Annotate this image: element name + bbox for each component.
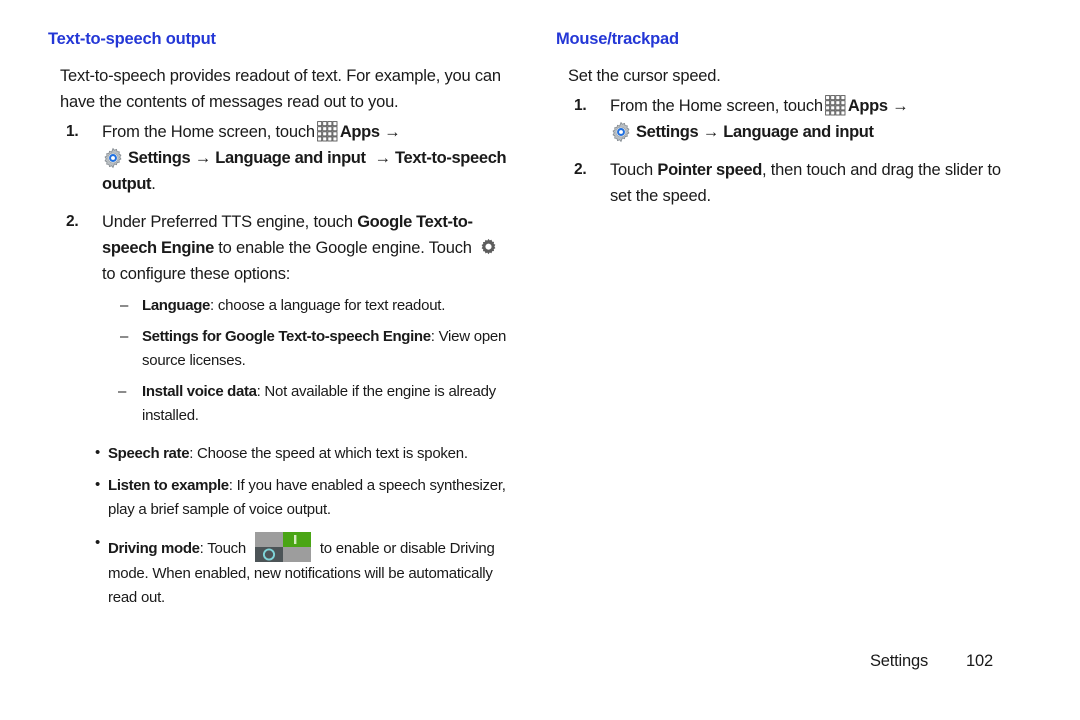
step-text: From the Home screen, touch [610, 97, 823, 115]
apps-grid-icon[interactable] [317, 121, 338, 142]
driving-mode-before-toggle: : Touch [199, 540, 250, 557]
dash-marker: – [120, 297, 129, 314]
page-title-text-to-speech: Text-to-speech output [48, 30, 216, 48]
bullet-marker: • [95, 476, 101, 493]
footer-page-number: 102 [966, 652, 993, 670]
arrow-icon-2: → [194, 149, 212, 167]
apps-label[interactable]: Apps [848, 97, 888, 115]
settings-label[interactable]: Settings [636, 123, 699, 141]
step-2-right: 2. Touch Pointer speed, then touch and d… [556, 157, 1026, 209]
language-option-desc: : choose a language for text readout. [210, 297, 446, 314]
step-2-text-part1: Touch [610, 161, 658, 179]
trailing-period: . [151, 175, 156, 193]
settings-gear-blue-icon[interactable] [102, 147, 124, 169]
driving-mode-label[interactable]: Driving mode [108, 540, 200, 557]
intro-paragraph-left: Text-to-speech provides readout of text.… [60, 67, 501, 111]
step-1-right: 1. From the Home screen, touch Apps → [556, 93, 1026, 119]
speech-rate-label[interactable]: Speech rate [108, 445, 190, 462]
listen-to-example-label[interactable]: Listen to example [108, 477, 229, 494]
gear-gray-icon[interactable] [478, 237, 499, 258]
dash-marker: – [120, 328, 129, 345]
settings-gear-blue-icon[interactable] [610, 121, 632, 143]
step-1-right-continued: Settings → Language and input [556, 119, 1026, 145]
step-1-left: 1. From the Home screen, touch Apps → [48, 119, 518, 145]
step-2-text-part2: to enable the Google engine. Touch [213, 239, 477, 257]
left-column: Text-to-speech output Text-to-speech pro… [48, 30, 518, 610]
step-2-text-part1: Under Preferred TTS engine, touch [102, 213, 358, 231]
bullet-marker: • [95, 534, 101, 551]
intro-paragraph-right: Set the cursor speed. [568, 67, 721, 85]
settings-label[interactable]: Settings [128, 149, 191, 167]
page-title-mouse-trackpad: Mouse/trackpad [556, 30, 679, 48]
sub-item-settings-for-engine: – Settings for Google Text-to-speech Eng… [48, 325, 518, 373]
pointer-speed-label[interactable]: Pointer speed [657, 161, 762, 179]
arrow-icon-3: → [374, 149, 391, 167]
step-number: 2. [574, 161, 587, 178]
language-option-label[interactable]: Language [142, 297, 210, 314]
language-and-input-label[interactable]: Language and input [723, 123, 874, 141]
settings-for-engine-label[interactable]: Settings for Google Text-to-speech Engin… [142, 328, 431, 345]
step-number: 1. [66, 123, 79, 140]
step-2-left: 2. Under Preferred TTS engine, touch Goo… [48, 209, 518, 287]
step-number: 2. [66, 213, 79, 230]
bullet-listen-to-example: • Listen to example: If you have enabled… [48, 474, 518, 522]
language-and-input-label[interactable]: Language and input [215, 149, 366, 167]
step-2-text-part3: to configure these options: [102, 265, 291, 283]
speech-rate-desc: : Choose the speed at which text is spok… [189, 445, 468, 462]
apps-label[interactable]: Apps [340, 123, 380, 141]
install-voice-data-label[interactable]: Install voice data [142, 383, 257, 400]
step-1-left-continued: Settings → Language and input → Text-to-… [48, 145, 518, 197]
step-text: From the Home screen, touch [102, 123, 315, 141]
apps-grid-icon[interactable] [825, 95, 846, 116]
step-number: 1. [574, 97, 587, 114]
bullet-driving-mode: • Driving mode: Touch to enable or disab… [48, 532, 518, 610]
right-column: Mouse/trackpad Set the cursor speed. 1. … [556, 30, 1026, 209]
bullet-speech-rate: • Speech rate: Choose the speed at which… [48, 442, 518, 466]
bullet-marker: • [95, 444, 101, 461]
footer-section-label: Settings [870, 652, 929, 670]
arrow-icon-2: → [702, 123, 720, 141]
sub-item-install-voice-data: – Install voice data: Not available if t… [48, 380, 518, 428]
sub-item-language: – Language: choose a language for text r… [48, 294, 518, 318]
dash-marker: – [118, 383, 127, 400]
manual-page: Text-to-speech output Text-to-speech pro… [0, 0, 1080, 720]
toggle-switch-icon[interactable] [254, 532, 311, 562]
arrow-icon: → [384, 123, 401, 141]
arrow-icon: → [892, 97, 909, 115]
